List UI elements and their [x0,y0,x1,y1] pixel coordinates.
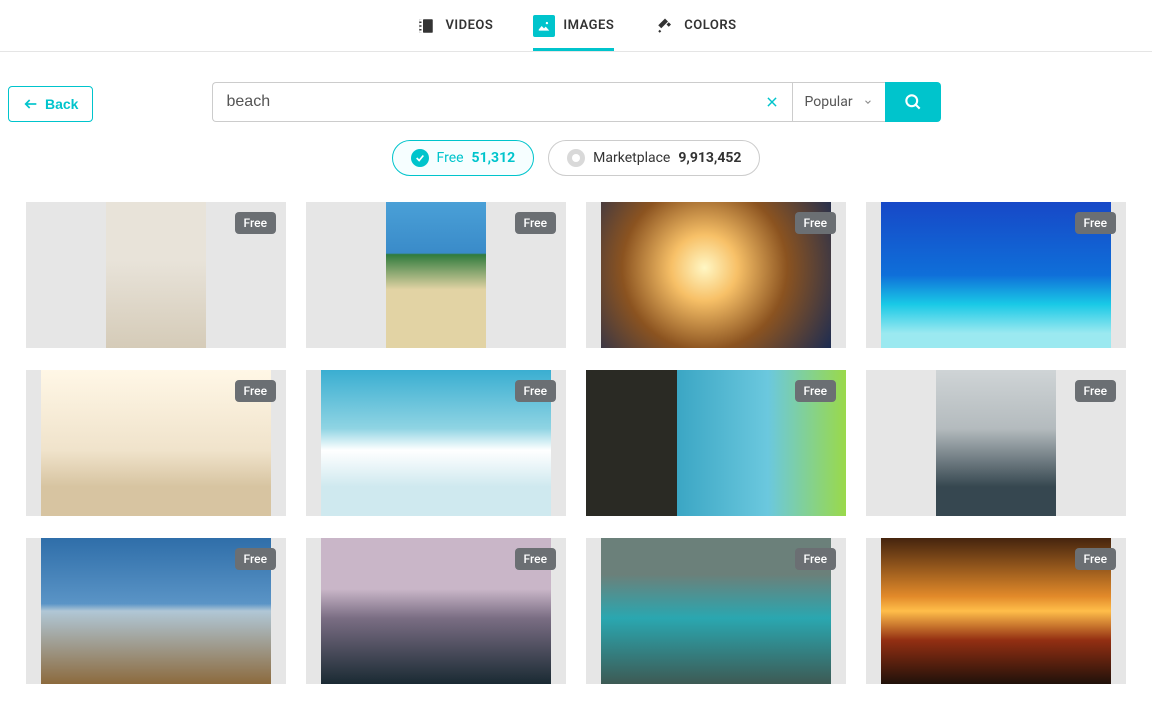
result-card[interactable]: Free [586,538,846,684]
check-icon [411,149,429,167]
free-badge: Free [515,212,556,234]
free-badge: Free [795,548,836,570]
filter-free-label: Free [437,150,464,166]
colors-icon [654,15,676,37]
top-tabs: VIDEOS IMAGES COLORS [0,0,1152,52]
result-card[interactable]: Free [306,538,566,684]
tab-videos-label: VIDEOS [445,18,493,33]
result-card[interactable]: Free [866,202,1126,348]
image-icon [533,15,555,37]
search-icon [903,92,923,112]
filter-marketplace[interactable]: Marketplace 9,913,452 [548,140,760,176]
filter-market-label: Marketplace [593,150,670,166]
close-icon [765,95,779,109]
search-wrap: Popular [212,82,941,122]
result-card[interactable]: Free [866,538,1126,684]
back-button[interactable]: Back [8,86,93,122]
result-card[interactable]: Free [586,202,846,348]
tab-colors-label: COLORS [684,18,736,33]
tab-images-label: IMAGES [563,18,614,33]
result-thumb [386,202,486,348]
chevron-down-icon [863,96,873,108]
free-badge: Free [235,548,276,570]
filter-pills: Free 51,312 Marketplace 9,913,452 [0,140,1152,202]
sort-selected-label: Popular [805,94,853,110]
free-badge: Free [515,380,556,402]
circle-icon [567,149,585,167]
result-card[interactable]: Free [866,370,1126,516]
free-badge: Free [795,212,836,234]
free-badge: Free [235,212,276,234]
result-card[interactable]: Free [306,370,566,516]
video-icon [415,15,437,37]
free-badge: Free [1075,548,1116,570]
free-badge: Free [515,548,556,570]
free-badge: Free [235,380,276,402]
search-button[interactable] [885,82,941,122]
tab-images[interactable]: IMAGES [533,0,614,51]
free-badge: Free [1075,380,1116,402]
back-label: Back [45,96,78,112]
result-card[interactable]: Free [26,370,286,516]
result-card[interactable]: Free [586,370,846,516]
clear-search-button[interactable] [762,92,782,112]
free-badge: Free [1075,212,1116,234]
search-row: Back Popular [0,52,1152,140]
sort-select[interactable]: Popular [792,82,886,122]
result-thumb [936,370,1056,516]
search-input-wrap [212,82,792,122]
filter-free-count: 51,312 [472,150,516,166]
results-grid: Free Free Free Free Free Free Free Free … [0,202,1152,714]
arrow-left-icon [23,96,39,112]
filter-free[interactable]: Free 51,312 [392,140,535,176]
tab-colors[interactable]: COLORS [654,0,736,51]
filter-market-count: 9,913,452 [678,150,741,166]
result-thumb [106,202,206,348]
result-card[interactable]: Free [26,538,286,684]
search-input[interactable] [213,93,792,111]
result-card[interactable]: Free [26,202,286,348]
tab-videos[interactable]: VIDEOS [415,0,493,51]
free-badge: Free [795,380,836,402]
result-card[interactable]: Free [306,202,566,348]
